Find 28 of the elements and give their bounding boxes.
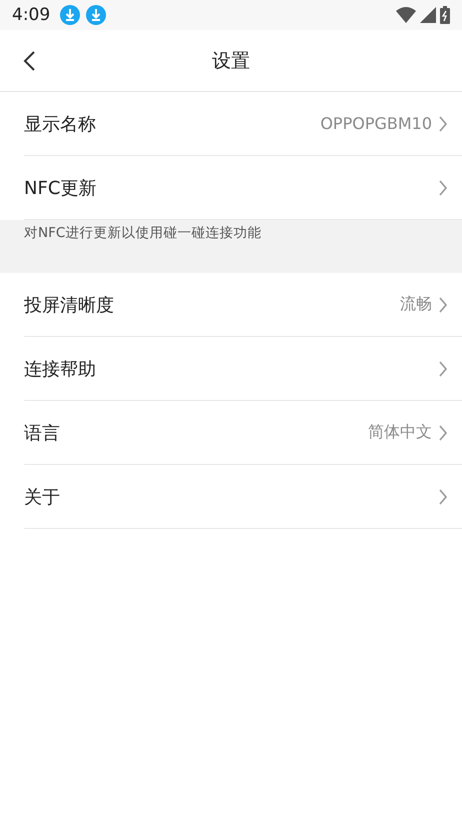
settings-row[interactable]: 连接帮助 — [24, 337, 462, 401]
row-label: 投屏清晰度 — [24, 294, 114, 316]
page-title: 设置 — [212, 48, 250, 74]
settings-row[interactable]: 关于 — [24, 465, 462, 529]
chevron-right-icon — [438, 296, 448, 314]
settings-row[interactable]: 投屏清晰度 流畅 — [24, 273, 462, 337]
row-label: 显示名称 — [24, 112, 96, 136]
chevron-right-icon — [438, 360, 448, 378]
chevron-right-icon — [438, 178, 448, 196]
chevron-right-icon — [438, 114, 448, 132]
row-label: 语言 — [24, 422, 60, 444]
settings-row[interactable]: 显示名称 OPPOPGBM10 — [24, 92, 462, 156]
row-label: 关于 — [24, 486, 60, 508]
row-value: 简体中文 — [368, 422, 432, 443]
signal-icon — [420, 7, 436, 23]
chevron-right-icon — [438, 424, 448, 442]
row-label: NFC更新 — [24, 176, 96, 200]
status-time: 4:09 — [12, 5, 50, 25]
battery-icon — [440, 6, 450, 24]
wifi-icon — [396, 7, 416, 23]
row-label: 连接帮助 — [24, 358, 96, 380]
download-icon — [60, 5, 80, 25]
settings-row[interactable]: 语言 简体中文 — [24, 401, 462, 465]
download-icon — [86, 5, 106, 25]
section-note: 对NFC进行更新以使用碰一碰连接功能 — [24, 225, 262, 241]
row-value: 流畅 — [400, 294, 432, 315]
chevron-right-icon — [438, 488, 448, 506]
row-value: OPPOPGBM10 — [320, 114, 432, 133]
